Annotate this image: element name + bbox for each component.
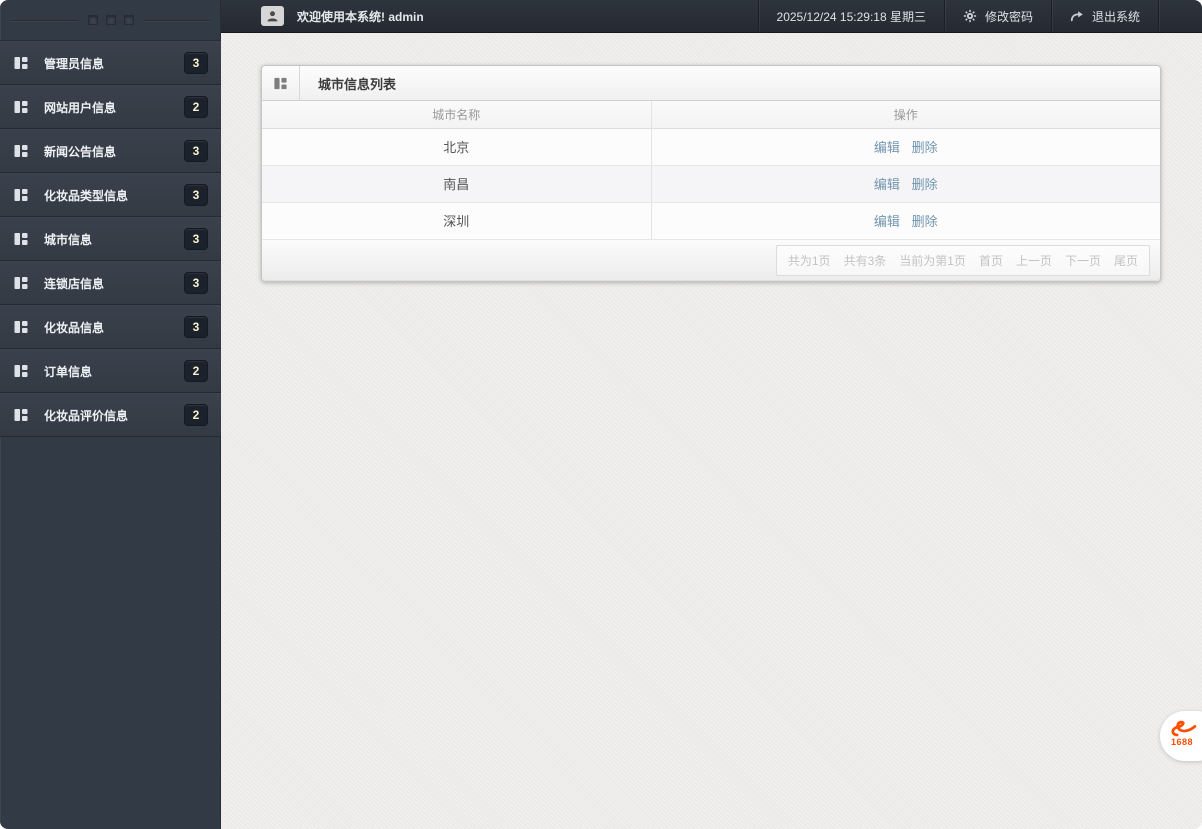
- grid-icon: [13, 55, 29, 71]
- sidebar-item-label: 城市信息: [44, 232, 93, 247]
- sidebar-item-label: 网站用户信息: [44, 100, 117, 115]
- decorative-dots: [87, 15, 134, 25]
- sidebar-item-site-users[interactable]: 网站用户信息 2: [0, 85, 221, 129]
- panel-title: 城市信息列表: [318, 76, 397, 92]
- panel-footer: 共为1页 共有3条 当前为第1页 首页 上一页 下一页 尾页: [262, 239, 1160, 281]
- column-header-city: 城市名称: [262, 101, 651, 129]
- panel-icon-box: [262, 66, 300, 100]
- table-header-row: 城市名称 操作: [262, 101, 1160, 129]
- dot: [123, 15, 134, 25]
- table-row: 南昌 编辑 删除: [262, 165, 1160, 203]
- pagination-total-pages: 共为1页: [787, 253, 831, 268]
- count-badge: 2: [184, 96, 208, 118]
- actions-cell: 编辑 删除: [650, 128, 1160, 166]
- topbar: 欢迎使用本系统! admin 2025/12/24 15:29:18 星期三 修…: [221, 0, 1202, 33]
- city-list-panel: 城市信息列表 城市名称 操作 北京 编辑 删除 南昌 编辑 删除 深圳 编辑 删…: [261, 65, 1161, 282]
- sidebar-item-label: 订单信息: [44, 364, 93, 379]
- decorative-line: [11, 19, 78, 21]
- sidebar-item-reviews[interactable]: 化妆品评价信息 2: [0, 393, 221, 437]
- topbar-spacer: [1158, 0, 1202, 32]
- avatar: [261, 6, 284, 26]
- count-badge: 3: [184, 140, 208, 162]
- pagination-prev-link[interactable]: 上一页: [1016, 252, 1052, 269]
- 1688-logo-icon: [1169, 717, 1197, 739]
- city-name-cell: 深圳: [262, 202, 651, 240]
- sidebar-item-label: 新闻公告信息: [44, 144, 117, 159]
- 1688-logo-text: 1688: [1171, 737, 1194, 747]
- grid-icon: [13, 275, 29, 291]
- sidebar-item-cosmetics[interactable]: 化妆品信息 3: [0, 305, 221, 349]
- column-header-actions: 操作: [650, 101, 1160, 129]
- change-password-button[interactable]: 修改密码: [943, 0, 1051, 32]
- count-badge: 3: [184, 316, 208, 338]
- edit-link[interactable]: 编辑: [874, 177, 900, 192]
- grid-icon: [13, 231, 29, 247]
- grid-icon: [13, 143, 29, 159]
- gear-icon: [963, 9, 977, 23]
- logout-button[interactable]: 退出系统: [1050, 0, 1158, 32]
- delete-link[interactable]: 删除: [912, 214, 938, 229]
- sidebar: 管理员信息 3 网站用户信息 2 新闻公告信息 3 化妆品类型信息 3 城市信息: [0, 0, 221, 829]
- count-badge: 3: [184, 184, 208, 206]
- sidebar-item-label: 化妆品类型信息: [44, 188, 129, 203]
- sidebar-item-label: 管理员信息: [44, 56, 105, 71]
- dot: [87, 15, 98, 25]
- sidebar-item-label: 化妆品评价信息: [44, 408, 129, 423]
- sidebar-item-cosmetic-types[interactable]: 化妆品类型信息 3: [0, 173, 221, 217]
- datetime-display: 2025/12/24 15:29:18 星期三: [757, 0, 944, 32]
- grid-icon: [13, 363, 29, 379]
- grid-icon: [13, 187, 29, 203]
- count-badge: 3: [184, 272, 208, 294]
- grid-icon: [13, 407, 29, 423]
- topbar-welcome-area: 欢迎使用本系统! admin: [221, 0, 758, 32]
- main-content: 城市信息列表 城市名称 操作 北京 编辑 删除 南昌 编辑 删除 深圳 编辑 删…: [221, 33, 1202, 829]
- datetime-text: 2025/12/24 15:29:18 星期三: [776, 9, 926, 24]
- delete-link[interactable]: 删除: [912, 177, 938, 192]
- actions-cell: 编辑 删除: [650, 165, 1160, 203]
- logout-label: 退出系统: [1091, 9, 1140, 24]
- sidebar-item-label: 化妆品信息: [44, 320, 105, 335]
- pagination-bar: 共为1页 共有3条 当前为第1页 首页 上一页 下一页 尾页: [775, 244, 1150, 276]
- count-badge: 3: [184, 228, 208, 250]
- sidebar-item-label: 连锁店信息: [44, 276, 105, 291]
- app-window: 管理员信息 3 网站用户信息 2 新闻公告信息 3 化妆品类型信息 3 城市信息: [0, 0, 1202, 829]
- table-row: 深圳 编辑 删除: [262, 202, 1160, 240]
- pagination-first-link[interactable]: 首页: [979, 252, 1003, 269]
- edit-link[interactable]: 编辑: [874, 140, 900, 155]
- pagination-last-link[interactable]: 尾页: [1114, 252, 1138, 269]
- sidebar-item-cities[interactable]: 城市信息 3: [0, 217, 221, 261]
- pagination-total-records: 共有3条: [843, 253, 887, 268]
- city-name-cell: 北京: [262, 128, 651, 166]
- count-badge: 2: [184, 404, 208, 426]
- logout-arrow-icon: [1070, 9, 1084, 23]
- count-badge: 2: [184, 360, 208, 382]
- sidebar-item-news[interactable]: 新闻公告信息 3: [0, 129, 221, 173]
- city-name-cell: 南昌: [262, 165, 651, 203]
- sidebar-item-stores[interactable]: 连锁店信息 3: [0, 261, 221, 305]
- sidebar-item-admin-info[interactable]: 管理员信息 3: [0, 41, 221, 85]
- delete-link[interactable]: 删除: [912, 140, 938, 155]
- decorative-line: [143, 19, 210, 21]
- actions-cell: 编辑 删除: [650, 202, 1160, 240]
- table-row: 北京 编辑 删除: [262, 128, 1160, 166]
- user-icon: [266, 10, 279, 23]
- dot: [105, 15, 116, 25]
- sidebar-header: [0, 0, 221, 41]
- 1688-logo-badge[interactable]: 1688: [1160, 711, 1202, 761]
- grid-icon: [273, 76, 288, 91]
- sidebar-menu: 管理员信息 3 网站用户信息 2 新闻公告信息 3 化妆品类型信息 3 城市信息: [0, 41, 221, 437]
- pagination-next-link[interactable]: 下一页: [1065, 252, 1101, 269]
- grid-icon: [13, 319, 29, 335]
- grid-icon: [13, 99, 29, 115]
- welcome-text: 欢迎使用本系统! admin: [297, 9, 424, 24]
- city-table: 城市名称 操作 北京 编辑 删除 南昌 编辑 删除 深圳 编辑 删除: [262, 101, 1160, 240]
- change-password-label: 修改密码: [984, 9, 1033, 24]
- edit-link[interactable]: 编辑: [874, 214, 900, 229]
- topbar-actions: 2025/12/24 15:29:18 星期三 修改密码 退出系统: [757, 0, 1202, 32]
- count-badge: 3: [184, 52, 208, 74]
- panel-header: 城市信息列表: [262, 66, 1160, 101]
- sidebar-item-orders[interactable]: 订单信息 2: [0, 349, 221, 393]
- pagination-current-page: 当前为第1页: [899, 253, 966, 268]
